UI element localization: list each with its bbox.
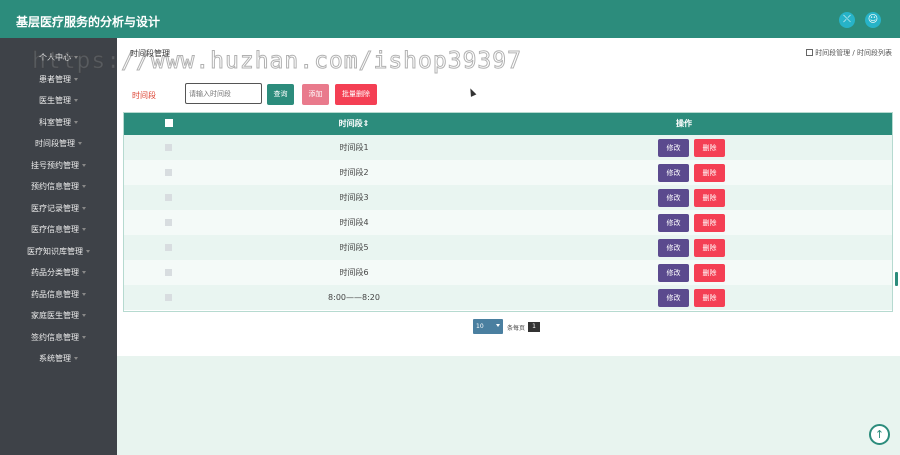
filter-label: 时间段 (132, 91, 156, 100)
edit-button[interactable]: 修改 (658, 164, 689, 182)
time-slot-search-input[interactable] (185, 83, 262, 104)
row-time: 时间段4 (339, 218, 369, 227)
sidebar: 个人中心 患者管理 医生管理 科室管理 时间段管理 挂号预约管理 预约信息管理 … (0, 38, 117, 455)
chevron-down-icon (82, 314, 86, 317)
row-time: 时间段5 (339, 243, 369, 252)
table-row: 时间段1 修改 删除 (124, 135, 892, 160)
table-row: 时间段4 修改 删除 (124, 210, 892, 235)
chevron-down-icon (82, 271, 86, 274)
home-icon[interactable] (806, 49, 814, 56)
edit-button[interactable]: 修改 (658, 264, 689, 282)
delete-button[interactable]: 删除 (694, 264, 725, 282)
delete-button[interactable]: 删除 (694, 139, 725, 157)
chevron-down-icon (82, 336, 86, 339)
chevron-down-icon (74, 78, 78, 81)
edit-button[interactable]: 修改 (658, 239, 689, 257)
mouse-cursor-icon (467, 87, 477, 97)
row-checkbox[interactable] (165, 244, 172, 251)
breadcrumb: 时间段管理 / 时间段列表 (806, 48, 892, 58)
edit-button[interactable]: 修改 (658, 139, 689, 157)
time-slot-table: 时间段⇕ 操作 时间段1 修改 删除 时间段2 修改 删除 时间段3 修改 删除… (123, 112, 893, 312)
per-page-label: 条每页 (507, 325, 526, 332)
sidebar-item-medical-info[interactable]: 医疗信息管理 (0, 220, 117, 240)
sidebar-item-medical-records[interactable]: 医疗记录管理 (0, 199, 117, 219)
breadcrumb-text[interactable]: 时间段管理 / 时间段列表 (815, 49, 892, 57)
watermark: https://www.huzhan.com/ishop39397 (32, 48, 522, 75)
sidebar-item-doctors[interactable]: 医生管理 (0, 91, 117, 111)
row-time: 时间段6 (339, 268, 369, 277)
table-header: 时间段⇕ 操作 (124, 113, 892, 135)
batch-delete-button[interactable]: 批量删除 (335, 84, 377, 105)
table-row: 时间段2 修改 删除 (124, 160, 892, 185)
back-to-top-icon[interactable]: ↑ (869, 424, 890, 445)
switch-icon[interactable]: ⤬ (839, 12, 855, 28)
add-button[interactable]: 添加 (302, 84, 329, 105)
sidebar-item-time-slots[interactable]: 时间段管理 (0, 134, 117, 154)
chevron-down-icon (82, 185, 86, 188)
column-header-time[interactable]: 时间段⇕ (264, 113, 444, 135)
chevron-down-icon (82, 207, 86, 210)
page-number-button[interactable]: 1 (528, 322, 540, 332)
row-checkbox[interactable] (165, 194, 172, 201)
page-size-value: 10 (476, 323, 484, 330)
sidebar-item-drug-info[interactable]: 药品信息管理 (0, 285, 117, 305)
delete-button[interactable]: 删除 (694, 214, 725, 232)
edit-button[interactable]: 修改 (658, 214, 689, 232)
chevron-down-icon (74, 357, 78, 360)
sidebar-item-drug-categories[interactable]: 药品分类管理 (0, 263, 117, 283)
top-bar: 基层医疗服务的分析与设计 ⤬ ☺ (0, 0, 900, 38)
delete-button[interactable]: 删除 (694, 289, 725, 307)
row-time: 时间段2 (339, 168, 369, 177)
chevron-down-icon (82, 293, 86, 296)
delete-button[interactable]: 删除 (694, 239, 725, 257)
row-checkbox[interactable] (165, 144, 172, 151)
user-icon[interactable]: ☺ (865, 12, 881, 28)
row-checkbox[interactable] (165, 219, 172, 226)
search-button[interactable]: 查询 (267, 84, 294, 105)
chevron-down-icon (74, 121, 78, 124)
scrollbar-thumb[interactable] (895, 272, 898, 286)
chevron-down-icon (496, 324, 500, 327)
chevron-down-icon (82, 228, 86, 231)
delete-button[interactable]: 删除 (694, 164, 725, 182)
chevron-down-icon (74, 99, 78, 102)
row-checkbox[interactable] (165, 294, 172, 301)
table-row: 时间段5 修改 删除 (124, 235, 892, 260)
column-header-ops: 操作 (676, 119, 692, 128)
edit-button[interactable]: 修改 (658, 289, 689, 307)
content-background (117, 356, 900, 455)
row-checkbox[interactable] (165, 269, 172, 276)
sidebar-item-appointments[interactable]: 预约信息管理 (0, 177, 117, 197)
page-size-select[interactable]: 10 (473, 319, 503, 334)
table-row: 时间段6 修改 删除 (124, 260, 892, 285)
main-content: 时间段管理 时间段管理 / 时间段列表 时间段 查询 添加 批量删除 时间段⇕ … (117, 38, 900, 356)
sidebar-item-contracts[interactable]: 签约信息管理 (0, 328, 117, 348)
table-row: 时间段3 修改 删除 (124, 185, 892, 210)
delete-button[interactable]: 删除 (694, 189, 725, 207)
row-checkbox[interactable] (165, 169, 172, 176)
sidebar-item-departments[interactable]: 科室管理 (0, 113, 117, 133)
sidebar-item-knowledge-base[interactable]: 医疗知识库管理 (0, 242, 117, 262)
sidebar-item-family-doctors[interactable]: 家庭医生管理 (0, 306, 117, 326)
sidebar-item-registration[interactable]: 挂号预约管理 (0, 156, 117, 176)
row-time: 时间段3 (339, 193, 369, 202)
row-time: 8:00——8:20 (328, 293, 380, 302)
sidebar-item-system[interactable]: 系统管理 (0, 349, 117, 369)
select-all-checkbox[interactable] (165, 119, 173, 127)
app-title: 基层医疗服务的分析与设计 (16, 15, 161, 29)
chevron-down-icon (78, 142, 82, 145)
edit-button[interactable]: 修改 (658, 189, 689, 207)
chevron-down-icon (82, 164, 86, 167)
table-row: 8:00——8:20 修改 删除 (124, 285, 892, 310)
chevron-down-icon (86, 250, 90, 253)
row-time: 时间段1 (339, 143, 369, 152)
